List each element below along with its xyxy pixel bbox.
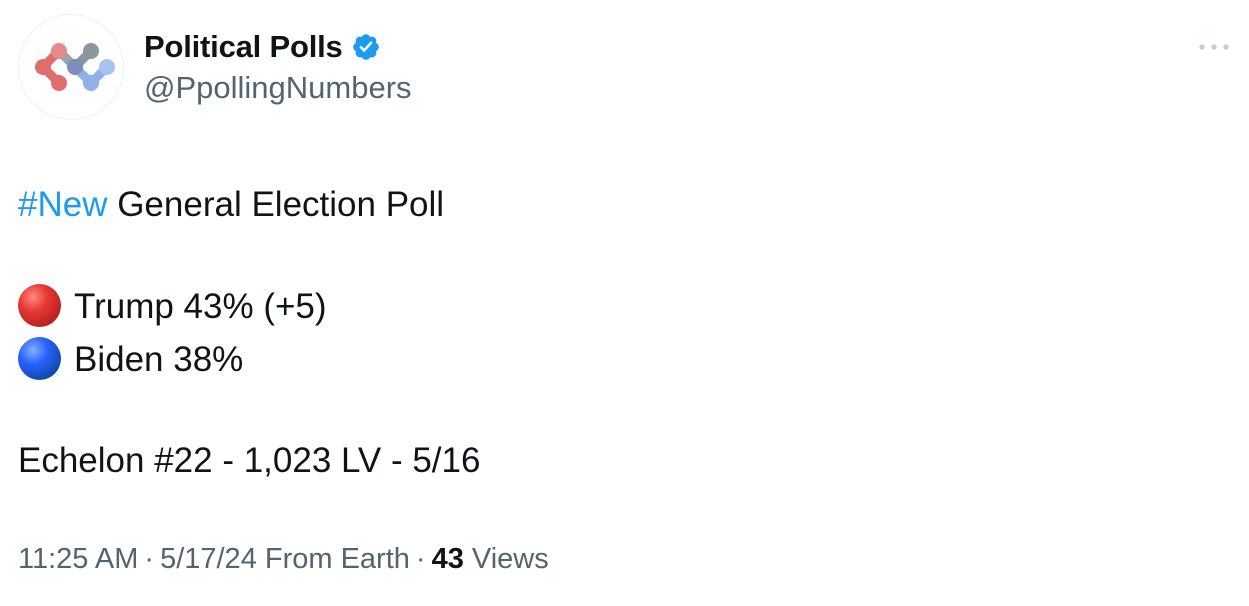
candidate-line-trump: Trump 43% (+5) — [18, 284, 327, 328]
avatar[interactable] — [18, 14, 124, 120]
views-label: Views — [471, 543, 549, 575]
post-time[interactable]: 11:25 AM — [18, 543, 138, 575]
hashtag-link[interactable]: #New — [18, 185, 107, 224]
post-meta: 11:25 AM · 5/17/24 From Earth · 43 Views — [18, 543, 549, 576]
poll-source-line: Echelon #22 - 1,023 LV - 5/16 — [18, 441, 481, 480]
polling-network-logo-icon — [35, 43, 115, 91]
candidate-result: Trump 43% (+5) — [74, 287, 327, 326]
headline-text: General Election Poll — [107, 185, 445, 224]
author-handle[interactable]: @PpollingNumbers — [144, 70, 412, 106]
more-options-icon[interactable] — [1194, 36, 1234, 58]
verified-badge-icon[interactable] — [351, 32, 381, 62]
post-date-location[interactable]: 5/17/24 From Earth — [160, 543, 410, 575]
meta-separator: · — [144, 543, 155, 575]
red-circle-icon — [18, 284, 61, 327]
candidate-line-biden: Biden 38% — [18, 337, 243, 381]
candidate-result: Biden 38% — [74, 340, 244, 379]
meta-separator: · — [415, 543, 426, 575]
author-display-name[interactable]: Political Polls — [144, 29, 343, 65]
author-name-row: Political Polls — [144, 26, 381, 68]
post-headline: #New General Election Poll — [18, 184, 444, 226]
views-count[interactable]: 43 — [432, 543, 464, 575]
tweet-card: Political Polls @PpollingNumbers #New Ge… — [0, 0, 1249, 606]
blue-circle-icon — [18, 337, 61, 380]
